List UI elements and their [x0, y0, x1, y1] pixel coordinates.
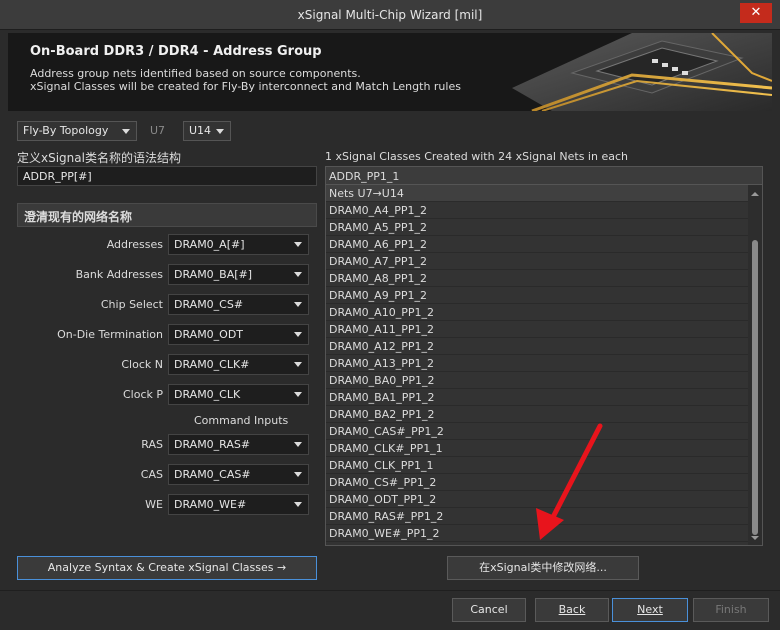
modify-nets-button[interactable]: 在xSignal类中修改网络...: [447, 556, 639, 580]
net-list-item[interactable]: DRAM0_A4_PP1_2: [326, 202, 748, 219]
addresses-label: Addresses: [106, 238, 163, 251]
vertical-scrollbar[interactable]: [748, 185, 762, 545]
chevron-down-icon: [294, 502, 302, 507]
clock-n-label: Clock N: [121, 358, 163, 371]
chip-select-value: DRAM0_CS#: [174, 298, 244, 311]
chip-select-dropdown[interactable]: DRAM0_CS#: [168, 294, 309, 315]
net-list-item[interactable]: DRAM0_BA0_PP1_2: [326, 372, 748, 389]
on-die-termination-value: DRAM0_ODT: [174, 328, 244, 341]
chevron-down-icon: [294, 392, 302, 397]
ras-dropdown[interactable]: DRAM0_RAS#: [168, 434, 309, 455]
bank-addresses-label: Bank Addresses: [75, 268, 163, 281]
chevron-down-icon: [294, 332, 302, 337]
net-list-item[interactable]: DRAM0_A11_PP1_2: [326, 321, 748, 338]
cas-label: CAS: [140, 468, 163, 481]
cancel-button[interactable]: Cancel: [452, 598, 526, 622]
we-label: WE: [145, 498, 163, 511]
destination-component-value: U14: [189, 124, 212, 137]
ras-label: RAS: [141, 438, 163, 451]
net-list-item[interactable]: DRAM0_A5_PP1_2: [326, 219, 748, 236]
net-list-item[interactable]: DRAM0_A8_PP1_2: [326, 270, 748, 287]
back-button[interactable]: Back: [535, 598, 609, 622]
command-inputs-heading: Command Inputs: [194, 414, 289, 427]
destination-component-dropdown[interactable]: U14: [183, 121, 231, 141]
source-component: U7: [150, 124, 166, 137]
title-bar: xSignal Multi-Chip Wizard [mil] ✕: [0, 0, 780, 30]
on-die-termination-label: On-Die Termination: [57, 328, 163, 341]
banner-title: On-Board DDR3 / DDR4 - Address Group: [30, 44, 322, 59]
section-header: 澄清现有的网络名称: [17, 203, 317, 227]
on-die-termination-dropdown[interactable]: DRAM0_ODT: [168, 324, 309, 345]
bank-addresses-value: DRAM0_BA[#]: [174, 268, 253, 281]
net-list-item[interactable]: DRAM0_A7_PP1_2: [326, 253, 748, 270]
cas-value: DRAM0_CAS#: [174, 468, 251, 481]
clock-n-dropdown[interactable]: DRAM0_CLK#: [168, 354, 309, 375]
clock-p-label: Clock P: [122, 388, 163, 401]
close-button[interactable]: ✕: [740, 3, 772, 23]
addresses-dropdown[interactable]: DRAM0_A[#]: [168, 234, 309, 255]
nets-header: Nets U7→U14: [326, 185, 748, 202]
addresses-value: DRAM0_A[#]: [174, 238, 245, 251]
net-list-item[interactable]: DRAM0_A9_PP1_2: [326, 287, 748, 304]
chip-illustration: [512, 33, 772, 111]
syntax-label: 定义xSignal类名称的语法结构: [17, 151, 181, 165]
scroll-up-icon[interactable]: [751, 192, 759, 196]
next-button[interactable]: Next: [612, 598, 688, 622]
net-list-item[interactable]: DRAM0_A13_PP1_2: [326, 355, 748, 372]
chevron-down-icon: [294, 242, 302, 247]
net-list-item[interactable]: DRAM0_A12_PP1_2: [326, 338, 748, 355]
net-list-item[interactable]: DRAM0_A10_PP1_2: [326, 304, 748, 321]
scroll-thumb[interactable]: [752, 240, 758, 535]
class-name-header: ADDR_PP1_1: [326, 167, 762, 185]
window-title: xSignal Multi-Chip Wizard [mil]: [297, 8, 483, 22]
syntax-input[interactable]: ADDR_PP[#]: [17, 166, 317, 186]
ras-value: DRAM0_RAS#: [174, 438, 251, 451]
topology-value: Fly-By Topology: [23, 124, 109, 137]
bank-addresses-dropdown[interactable]: DRAM0_BA[#]: [168, 264, 309, 285]
chevron-down-icon: [294, 302, 302, 307]
chevron-down-icon: [294, 272, 302, 277]
results-summary: 1 xSignal Classes Created with 24 xSigna…: [325, 150, 628, 163]
scroll-down-icon[interactable]: [751, 536, 759, 540]
chevron-down-icon: [294, 362, 302, 367]
banner-description-line2: xSignal Classes will be created for Fly-…: [30, 80, 461, 93]
banner-description-line1: Address group nets identified based on s…: [30, 67, 361, 80]
chevron-down-icon: [216, 129, 224, 134]
clock-p-dropdown[interactable]: DRAM0_CLK: [168, 384, 309, 405]
wizard-banner: On-Board DDR3 / DDR4 - Address Group Add…: [8, 33, 772, 111]
chevron-down-icon: [294, 472, 302, 477]
we-dropdown[interactable]: DRAM0_WE#: [168, 494, 309, 515]
we-value: DRAM0_WE#: [174, 498, 247, 511]
net-list-item[interactable]: DRAM0_A6_PP1_2: [326, 236, 748, 253]
chevron-down-icon: [294, 442, 302, 447]
clock-p-value: DRAM0_CLK: [174, 388, 241, 401]
clock-n-value: DRAM0_CLK#: [174, 358, 250, 371]
annotation-arrow-icon: [536, 423, 603, 540]
chevron-down-icon: [122, 129, 130, 134]
finish-button: Finish: [693, 598, 769, 622]
topology-dropdown[interactable]: Fly-By Topology: [17, 121, 137, 141]
net-list-item[interactable]: DRAM0_BA1_PP1_2: [326, 389, 748, 406]
chip-select-label: Chip Select: [100, 298, 163, 311]
analyze-syntax-button[interactable]: Analyze Syntax & Create xSignal Classes …: [17, 556, 317, 580]
cas-dropdown[interactable]: DRAM0_CAS#: [168, 464, 309, 485]
